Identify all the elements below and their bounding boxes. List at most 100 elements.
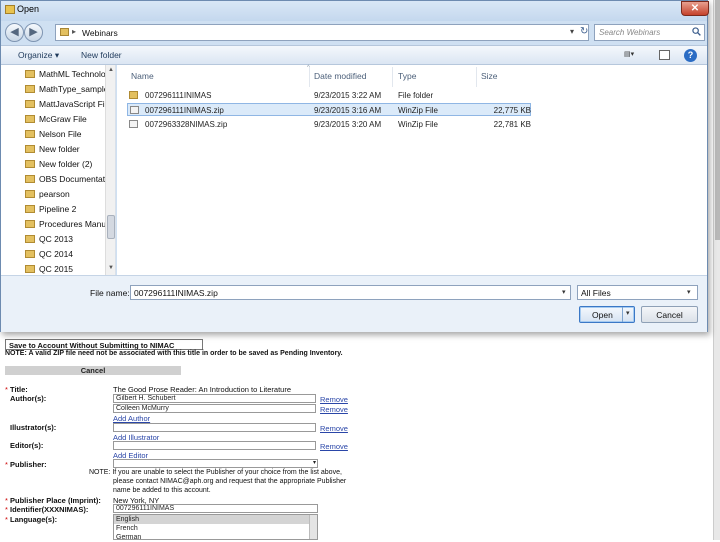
view-options-icon[interactable]: ▤▾	[624, 50, 634, 58]
column-divider[interactable]	[476, 67, 477, 87]
sidebar-item[interactable]: MathML Technolog	[25, 68, 113, 81]
sidebar-item[interactable]: Pipeline 2	[25, 203, 113, 216]
new-folder-button[interactable]: New folder	[81, 50, 122, 60]
chevron-down-icon[interactable]: ▾	[570, 27, 574, 36]
sidebar-item[interactable]: Procedures Manu	[25, 218, 113, 231]
sidebar-item[interactable]: McGraw File	[25, 113, 113, 126]
cancel-button[interactable]: Cancel	[641, 306, 698, 323]
chevron-down-icon: ▾	[312, 460, 316, 466]
page-scrollbar[interactable]	[713, 0, 720, 540]
author-input-1[interactable]: Gilbert H. Schubert	[113, 394, 316, 403]
publisher-label: Publisher:	[10, 460, 47, 469]
refresh-icon[interactable]: ↻	[580, 26, 588, 37]
web-cancel-button[interactable]: Cancel	[5, 366, 181, 375]
search-icon[interactable]	[692, 27, 701, 36]
chevron-down-icon[interactable]: ▾	[626, 309, 630, 317]
file-row[interactable]: 0072963328NIMAS.zip 9/23/2015 3:20 AM Wi…	[127, 118, 531, 131]
help-icon[interactable]: ?	[684, 49, 697, 62]
page-scrollbar-thumb[interactable]	[715, 0, 720, 240]
remove-illustrator-link[interactable]: Remove	[320, 424, 348, 433]
sidebar-item-label: QC 2014	[39, 249, 74, 259]
close-button[interactable]: ✕	[681, 1, 709, 16]
sidebar-item[interactable]: Nelson File	[25, 128, 113, 141]
column-header-date[interactable]: Date modified	[314, 71, 366, 81]
sidebar-item[interactable]: QC 2014	[25, 248, 113, 261]
remove-author-1-link[interactable]: Remove	[320, 395, 348, 404]
dialog-title: Open	[17, 4, 40, 14]
open-button[interactable]: Open ▾	[579, 306, 635, 323]
illustrator-label: Illustrator(s):	[10, 423, 57, 432]
sidebar-scrollbar[interactable]: ▲ ▼	[105, 65, 115, 275]
illustrator-input[interactable]	[113, 423, 316, 432]
folder-icon	[25, 100, 35, 108]
dialog-titlebar[interactable]: Open ✕	[1, 1, 709, 21]
sidebar-item-label: MathType_sample	[39, 84, 109, 94]
language-option[interactable]: English	[114, 515, 317, 524]
sidebar-item-label: QC 2015	[39, 264, 74, 274]
remove-editor-link[interactable]: Remove	[320, 442, 348, 451]
folder-icon	[25, 70, 35, 78]
file-row[interactable]: 007296111INIMAS 9/23/2015 3:22 AM File f…	[127, 89, 531, 102]
preview-pane-icon[interactable]	[659, 50, 670, 60]
column-divider[interactable]	[392, 67, 393, 87]
author-label: Author(s):	[10, 394, 47, 403]
title-label: Title:	[10, 385, 28, 394]
remove-author-2-link[interactable]: Remove	[320, 405, 348, 414]
back-button[interactable]: ◀	[5, 23, 24, 42]
publisher-select[interactable]: ▾	[113, 459, 318, 468]
file-date: 9/23/2015 3:16 AM	[314, 106, 382, 115]
zip-icon	[129, 120, 138, 128]
sidebar-item[interactable]: OBS Documentati	[25, 173, 113, 186]
required-mark: *	[5, 385, 8, 394]
sidebar-item[interactable]: New folder	[25, 143, 113, 156]
scroll-up-icon[interactable]: ▲	[108, 67, 114, 73]
language-list-scrollbar[interactable]	[309, 515, 317, 539]
identifier-input[interactable]: 007296111INIMAS	[113, 504, 318, 513]
column-divider[interactable]	[309, 67, 310, 87]
dialog-footer: File name: 007296111INIMAS.zip ▾ All Fil…	[1, 275, 707, 332]
language-option[interactable]: French	[114, 524, 317, 533]
folder-icon	[25, 115, 35, 123]
address-bar[interactable]: ▸ Webinars ▾ ↻	[55, 24, 589, 41]
language-listbox[interactable]: English French German	[113, 514, 318, 542]
chevron-down-icon[interactable]: ▾	[687, 288, 691, 296]
sidebar-item[interactable]: MattJavaScript Fil	[25, 98, 113, 111]
scroll-down-icon[interactable]: ▼	[108, 265, 114, 271]
column-header-name[interactable]: Name	[131, 71, 154, 81]
file-row-selected[interactable]: 007296111INIMAS.zip 9/23/2015 3:16 AM Wi…	[127, 103, 531, 116]
chevron-down-icon[interactable]: ▾	[562, 288, 566, 296]
organize-button[interactable]: Organize ▾	[18, 50, 59, 61]
file-list-pane: ^ Name Date modified Type Size 007296111…	[117, 65, 707, 275]
required-mark: *	[5, 460, 8, 469]
add-author-link[interactable]: Add Author	[113, 414, 150, 423]
file-name-input[interactable]: 007296111INIMAS.zip ▾	[130, 285, 571, 300]
sidebar-item[interactable]: MathType_sample	[25, 83, 113, 96]
forward-button[interactable]: ▶	[24, 23, 43, 42]
sidebar-item[interactable]: pearson	[25, 188, 113, 201]
file-date: 9/23/2015 3:22 AM	[314, 91, 382, 100]
editor-input[interactable]	[113, 441, 316, 450]
column-header-type[interactable]: Type	[398, 71, 416, 81]
folder-icon	[25, 190, 35, 198]
save-section-title: Save to Account Without Submitting to NI…	[9, 341, 175, 350]
folder-icon	[129, 91, 138, 99]
folder-icon	[25, 220, 35, 228]
file-type: WinZip File	[398, 106, 439, 115]
author-input-2[interactable]: Colleen McMurry	[113, 404, 316, 413]
sidebar-item-label: pearson	[39, 189, 70, 199]
file-type-select[interactable]: All Files ▾	[577, 285, 698, 300]
sidebar-item[interactable]: QC 2013	[25, 233, 113, 246]
sidebar-item-label: Procedures Manu	[39, 219, 107, 229]
required-mark: *	[5, 505, 8, 514]
breadcrumb-webinars[interactable]: Webinars	[82, 28, 118, 38]
language-option[interactable]: German	[114, 533, 317, 542]
navigation-row: ◀ ▶ ▸ Webinars ▾ ↻ Search Webinars	[1, 21, 707, 45]
search-input[interactable]: Search Webinars	[594, 24, 705, 41]
breadcrumb-separator-icon[interactable]: ▸	[72, 27, 76, 36]
column-header-size[interactable]: Size	[481, 71, 498, 81]
open-file-dialog: Open ✕ ◀ ▶ ▸ Webinars ▾ ↻ Search Webinar…	[0, 0, 709, 332]
sidebar-scrollbar-thumb[interactable]	[107, 215, 115, 239]
file-name-value[interactable]: 007296111INIMAS.zip	[134, 288, 218, 298]
sidebar-item[interactable]: New folder (2)	[25, 158, 113, 171]
folder-icon	[25, 145, 35, 153]
